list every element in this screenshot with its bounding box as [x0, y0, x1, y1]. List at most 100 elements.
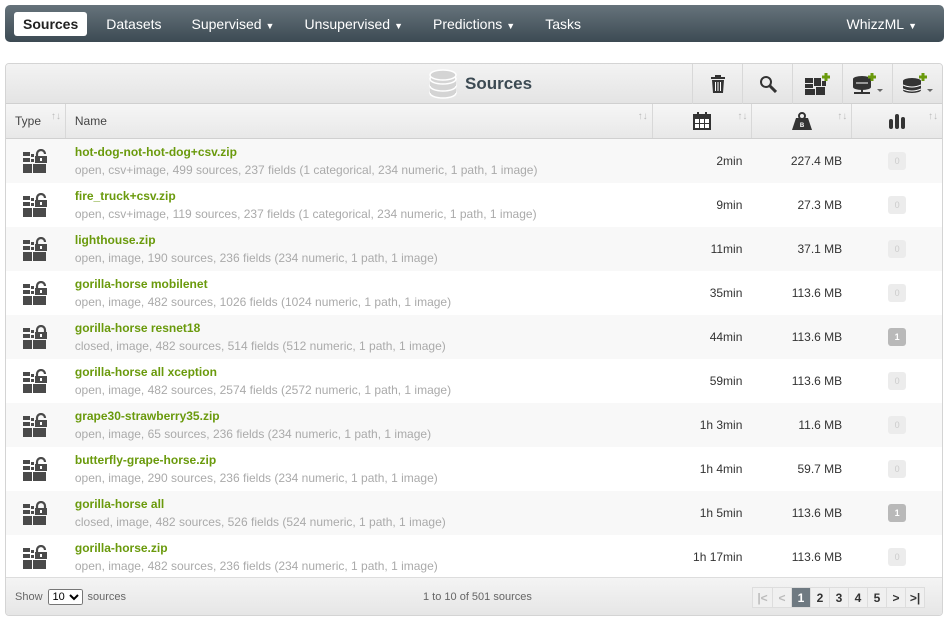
dataset-count-badge[interactable]: 1 [888, 328, 907, 346]
source-name-link[interactable]: grape30-strawberry35.zip [75, 409, 653, 423]
dataset-count-badge[interactable]: 0 [888, 196, 907, 214]
source-description: open, csv+image, 499 sources, 237 fields… [74, 163, 538, 177]
table-row[interactable]: hot-dog-not-hot-dog+csv.zip open, csv+ima… [6, 139, 942, 183]
page-size-select[interactable]: 10 [47, 588, 83, 605]
nav-item-whizzml[interactable]: WhizzML ▼ [832, 12, 932, 36]
dataset-count-badge[interactable]: 0 [888, 416, 907, 434]
dataset-count-badge[interactable]: 0 [888, 372, 907, 390]
pagination-info: 1 to 10 of 501 sources [423, 591, 532, 603]
dataset-count-badge[interactable]: 0 [888, 548, 907, 566]
add-source-button[interactable] [892, 64, 942, 104]
caret-down-icon: ▼ [394, 20, 403, 31]
dataset-count-badge[interactable]: 0 [888, 460, 907, 478]
table-row[interactable]: butterfly-grape-horse.zip open, image, 29… [6, 447, 942, 491]
source-size: 59.7 MB [797, 462, 843, 476]
nav-item-label: Tasks [545, 15, 581, 32]
table-row[interactable]: grape30-strawberry35.zip open, image, 65 … [6, 403, 942, 447]
table-row[interactable]: fire_truck+csv.zip open, csv+image, 119 s… [6, 183, 942, 227]
open-source-icon [22, 545, 47, 569]
sort-icon: ↑↓ [927, 111, 938, 122]
table-row[interactable]: lighthouse.zip open, image, 190 sources, … [6, 227, 942, 271]
source-description: open, csv+image, 119 sources, 237 fields… [74, 207, 537, 221]
nav-item-label: Supervised [191, 15, 262, 32]
caret-down-icon: ▼ [265, 20, 275, 31]
source-age: 2min [716, 154, 743, 168]
nav-item-supervised[interactable]: Supervised ▼ [177, 12, 290, 36]
last-page-icon[interactable]: >| [905, 588, 924, 607]
nav-item-sources[interactable]: Sources [14, 11, 88, 36]
sort-icon: ↑↓ [837, 111, 848, 122]
dataset-count-badge[interactable]: 0 [888, 240, 907, 258]
type-cell [6, 413, 66, 437]
page-4-button[interactable]: 4 [848, 588, 867, 607]
source-age: 1h 5min [699, 506, 743, 520]
source-name-link[interactable]: gorilla-horse all [75, 497, 653, 511]
dataset-count-badge[interactable]: 1 [888, 504, 907, 522]
source-name-link[interactable]: gorilla-horse mobilenet [75, 277, 653, 291]
nav-item-unsupervised[interactable]: Unsupervised ▼ [289, 12, 418, 36]
prev-page-icon[interactable]: < [772, 588, 791, 607]
top-nav: Sources Datasets Supervised ▼ Unsupervised ▼ P… [5, 5, 944, 42]
column-type[interactable]: Type ↑↓ [6, 104, 66, 138]
source-name-link[interactable]: gorilla-horse resnet18 [75, 321, 653, 335]
database-icon [429, 69, 457, 99]
search-icon [759, 76, 777, 93]
source-description: closed, image, 482 sources, 514 fields (… [74, 339, 446, 353]
source-description: open, image, 482 sources, 2574 fields (2… [74, 383, 452, 397]
caret-down-icon: ▼ [908, 20, 917, 31]
source-name-link[interactable]: lighthouse.zip [75, 233, 653, 247]
delete-button[interactable] [692, 64, 742, 104]
nav-item-datasets[interactable]: Datasets [91, 12, 176, 36]
caret-down-icon: ▼ [506, 20, 516, 31]
table-row[interactable]: gorilla-horse resnet18 closed, image, 482… [6, 315, 942, 359]
add-composite-source-button[interactable] [792, 64, 842, 104]
search-button[interactable] [742, 64, 792, 104]
calendar-icon [693, 112, 712, 130]
add-remote-source-button[interactable] [842, 64, 892, 104]
page-5-button[interactable]: 5 [867, 588, 886, 607]
page-1-button[interactable]: 1 [791, 588, 810, 607]
source-name-link[interactable]: butterfly-grape-horse.zip [75, 453, 653, 467]
type-cell [6, 325, 66, 349]
column-name[interactable]: Name ↑↓ [66, 104, 653, 138]
next-page-icon[interactable]: > [886, 588, 905, 607]
table-row[interactable]: gorilla-horse.zip open, image, 482 source… [6, 535, 942, 579]
source-name-link[interactable]: gorilla-horse all xception [75, 365, 653, 379]
type-cell [6, 281, 66, 305]
nav-item-predictions[interactable]: Predictions ▼ [418, 12, 530, 36]
source-age: 35min [709, 286, 743, 300]
source-age: 9min [716, 198, 743, 212]
nav-item-tasks[interactable]: Tasks [530, 12, 596, 36]
source-description: open, image, 290 sources, 236 fields (23… [74, 471, 438, 485]
source-size: 227.4 MB [790, 154, 843, 168]
add-remote-source-icon [852, 73, 883, 94]
table-row[interactable]: gorilla-horse mobilenet open, image, 482 … [6, 271, 942, 315]
source-age: 59min [709, 374, 743, 388]
table-row[interactable]: gorilla-horse all closed, image, 482 sour… [6, 491, 942, 535]
trash-icon [710, 75, 725, 93]
source-size: 113.6 MB [791, 550, 843, 564]
source-size: 113.6 MB [791, 286, 843, 300]
source-name-link[interactable]: gorilla-horse.zip [75, 541, 653, 555]
table-row[interactable]: gorilla-horse all xception open, image, 4… [6, 359, 942, 403]
column-age[interactable]: ↑↓ [653, 104, 753, 138]
add-composite-source-icon [804, 73, 830, 95]
dataset-count-badge[interactable]: 0 [888, 152, 907, 170]
nav-item-label: Sources [23, 15, 79, 32]
type-cell [6, 501, 66, 525]
source-description: open, image, 482 sources, 236 fields (23… [74, 559, 438, 573]
bar-chart-icon [889, 113, 906, 129]
column-count[interactable]: ↑↓ [852, 104, 942, 138]
source-name-link[interactable]: fire_truck+csv.zip [75, 189, 653, 203]
dataset-count-badge[interactable]: 0 [888, 284, 907, 302]
first-page-icon[interactable]: |< [753, 588, 772, 607]
source-name-link[interactable]: hot-dog-not-hot-dog+csv.zip [75, 145, 653, 159]
source-age: 1h 3min [699, 418, 743, 432]
page-2-button[interactable]: 2 [810, 588, 829, 607]
open-source-icon [22, 369, 47, 393]
type-cell [6, 457, 66, 481]
page-3-button[interactable]: 3 [829, 588, 848, 607]
source-size: 27.3 MB [797, 198, 843, 212]
column-size[interactable]: B ↑↓ [752, 104, 853, 138]
open-source-icon [22, 413, 47, 437]
